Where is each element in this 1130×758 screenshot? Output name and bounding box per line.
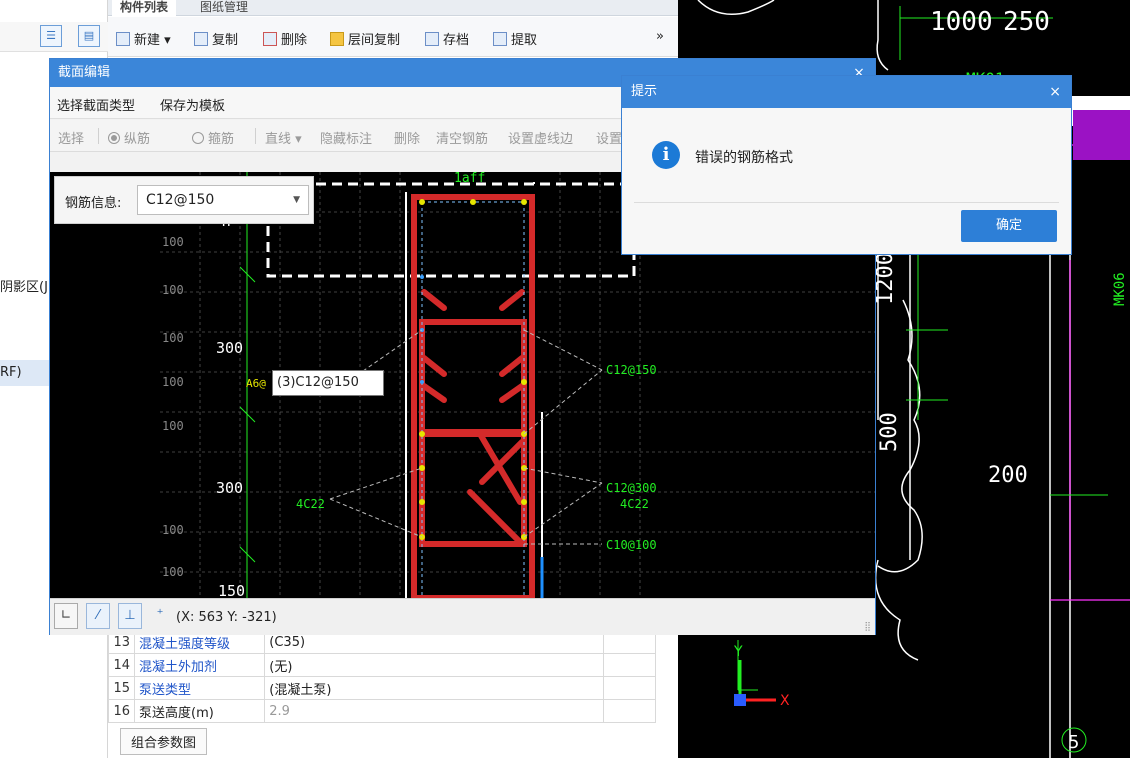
property-panel: 13 混凝土强度等级 (C35) 14 混凝土外加剂 (无) 15 泵送类型 (… xyxy=(107,620,678,758)
snap-endpoint-icon[interactable]: ⁄ xyxy=(86,603,110,629)
radio-checked-icon xyxy=(108,132,120,144)
menu-save-as-template[interactable]: 保存为模板 xyxy=(160,95,225,114)
rebar-info-combobox[interactable]: C12@150 ▼ xyxy=(137,185,309,215)
canvas-dim-100: 100 xyxy=(162,419,184,433)
longitudinal-radio[interactable]: 纵筋 xyxy=(108,128,150,147)
table-row[interactable]: 16 泵送高度(m) 2.9 xyxy=(107,699,657,723)
close-icon[interactable]: × xyxy=(1049,76,1061,108)
stirrup-radio[interactable]: 箍筋 xyxy=(192,128,234,147)
cad-axis-5: 5 xyxy=(1068,732,1079,753)
cad-dim-500: 500 xyxy=(877,412,902,452)
archive-icon xyxy=(425,32,439,46)
canvas-dim-100: 100 xyxy=(162,523,184,537)
table-row[interactable]: 15 泵送类型 (混凝土泵) xyxy=(107,676,657,700)
canvas-label-c10-100: C10@100 xyxy=(606,538,657,552)
new-icon xyxy=(116,32,130,46)
info-icon: i xyxy=(652,141,680,169)
cad-dim-1000: 1000 xyxy=(930,7,993,37)
canvas-label-c12-150: C12@150 xyxy=(606,363,657,377)
canvas-dim-300: 300 xyxy=(216,339,243,357)
property-table: 13 混凝土强度等级 (C35) 14 混凝土外加剂 (无) 15 泵送类型 (… xyxy=(107,630,657,723)
canvas-dim-100: 100 xyxy=(162,331,184,345)
chevron-down-icon[interactable]: ▼ xyxy=(293,186,300,214)
rebar-info-label: 钢筋信息: xyxy=(65,196,122,211)
select-tool-button[interactable]: 选择 xyxy=(58,128,84,147)
list-view-icon[interactable]: ☰ xyxy=(40,25,62,47)
cad-dim-1200: 1200 xyxy=(873,252,898,305)
rebar-tooltip: (3)C12@150 xyxy=(272,370,384,396)
message-dialog: 提示 × i 错误的钢筋格式 确定 xyxy=(621,75,1072,255)
canvas-dim-100: 100 xyxy=(162,565,184,579)
canvas-dim-150: 150 xyxy=(218,582,245,598)
canvas-dim-100: 100 xyxy=(162,235,184,249)
error-message: 错误的钢筋格式 xyxy=(695,150,793,166)
delete-button[interactable]: 删除 xyxy=(263,29,307,48)
extract-button[interactable]: 提取 xyxy=(493,29,537,48)
archive-button[interactable]: 存档 xyxy=(425,29,469,48)
cad-dim-250: 250 xyxy=(1003,7,1050,37)
line-dropdown[interactable]: 直线 ▾ xyxy=(265,128,302,147)
ortho-mode-icon[interactable]: ∟ xyxy=(54,603,78,629)
hide-marks-button[interactable]: 隐藏标注 xyxy=(320,128,372,147)
coordinate-readout: (X: 563 Y: -321) xyxy=(176,610,277,625)
delete-icon xyxy=(263,32,277,46)
tab-component-list[interactable]: 构件列表 xyxy=(112,0,177,16)
set-button[interactable]: 设置 xyxy=(596,128,622,147)
menu-select-section-type[interactable]: 选择截面类型 xyxy=(57,95,135,114)
cad-axis-y: Y xyxy=(733,644,743,660)
divider xyxy=(634,202,1059,203)
top-tabs-bar: 构件列表 图纸管理 xyxy=(108,0,678,16)
canvas-label-a6: A6@ xyxy=(246,377,266,390)
perpendicular-icon[interactable]: ⊥ xyxy=(118,603,142,629)
cad-label-mk06: MK06 xyxy=(1112,272,1128,306)
tree-item-shadow-area[interactable]: 阴影区(J xyxy=(0,276,48,295)
ok-button[interactable]: 确定 xyxy=(961,210,1057,242)
set-dashed-edge-button[interactable]: 设置虚线边 xyxy=(508,128,573,147)
copy-button[interactable]: 复制 xyxy=(194,29,238,48)
canvas-label-4c22-left: 4C22 xyxy=(296,497,325,511)
main-toolbar: 新建 ▾ 复制 删除 层间复制 存档 提取 » xyxy=(108,17,678,57)
coordinate-input-icon[interactable]: ⁺ xyxy=(148,603,172,629)
canvas-label-top: 1aff xyxy=(454,172,485,186)
canvas-dim-300: 300 xyxy=(216,479,243,497)
delete-rebar-button[interactable]: 删除 xyxy=(394,128,420,147)
dialog-status-bar: ∟ ⁄ ⊥ ⁺ (X: 563 Y: -321) ⣿ xyxy=(50,598,875,635)
cad-dim-200: 200 xyxy=(988,463,1028,488)
resize-grip-icon[interactable]: ⣿ xyxy=(864,622,871,632)
rebar-info-box: 钢筋信息: C12@150 ▼ xyxy=(54,176,314,224)
new-button[interactable]: 新建 ▾ xyxy=(116,29,171,48)
canvas-dim-100: 100 xyxy=(162,283,184,297)
more-icon[interactable]: » xyxy=(656,29,664,44)
canvas-label-4c22-right: 4C22 xyxy=(620,497,649,511)
combined-parameter-chart-button[interactable]: 组合参数图 xyxy=(120,728,208,755)
cad-axis-x: X xyxy=(780,693,790,709)
canvas-label-c12-300: C12@300 xyxy=(606,481,657,495)
copy-icon xyxy=(194,32,208,46)
canvas-dim-100: 100 xyxy=(162,375,184,389)
extract-icon xyxy=(493,32,507,46)
floor-copy-icon xyxy=(330,32,344,46)
clear-rebar-button[interactable]: 清空钢筋 xyxy=(436,128,488,147)
table-row[interactable]: 14 混凝土外加剂 (无) xyxy=(107,653,657,677)
tab-drawing-management[interactable]: 图纸管理 xyxy=(192,0,256,16)
dialog-title[interactable]: 提示 xyxy=(622,76,1071,108)
floor-copy-button[interactable]: 层间复制 xyxy=(330,29,400,48)
radio-unchecked-icon xyxy=(192,132,204,144)
detail-view-icon[interactable]: ▤ xyxy=(78,25,100,47)
